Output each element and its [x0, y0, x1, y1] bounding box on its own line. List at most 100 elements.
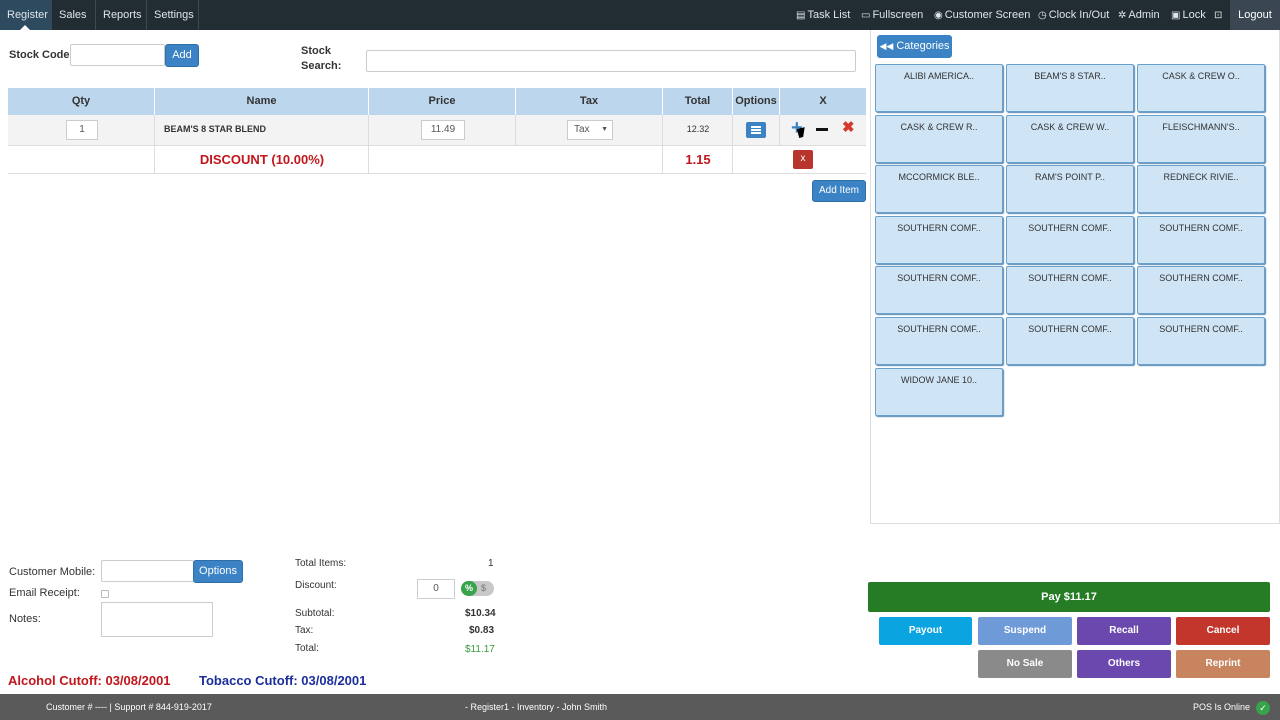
- table-row: 1 BEAM'S 8 STAR BLEND 11.49 Tax ▼ 12.32 …: [8, 115, 866, 146]
- tab-sales[interactable]: Sales: [52, 0, 96, 30]
- notes-textarea[interactable]: [101, 602, 213, 637]
- payout-button[interactable]: Payout: [879, 617, 972, 645]
- product-tile[interactable]: SOUTHERN COMF..: [1137, 215, 1265, 264]
- tab-reports[interactable]: Reports: [96, 0, 147, 30]
- product-tile[interactable]: SOUTHERN COMF..: [1137, 317, 1265, 365]
- stock-code-label: Stock Code:: [9, 49, 74, 61]
- lock-link[interactable]: ▣ Lock: [1171, 0, 1206, 30]
- discount-amount-cell: 1.15: [663, 146, 733, 173]
- price-cell: 11.49: [369, 115, 516, 145]
- clock-link[interactable]: ◷ Clock In/Out: [1038, 0, 1109, 30]
- stock-search-input[interactable]: [366, 50, 856, 72]
- customer-screen-link[interactable]: ◉ Customer Screen: [934, 0, 1030, 30]
- suspend-button[interactable]: Suspend: [978, 617, 1072, 645]
- product-tile[interactable]: CASK & CREW O..: [1137, 64, 1265, 112]
- email-receipt-checkbox[interactable]: [101, 590, 109, 598]
- footer-register: - Register1 - Inventory - John Smith: [465, 702, 608, 712]
- logout-button[interactable]: Logout: [1230, 0, 1280, 30]
- pay-button[interactable]: Pay $11.17: [868, 582, 1270, 612]
- subtotal-value: $10.34: [465, 608, 496, 619]
- discount-row: DISCOUNT (10.00%) 1.15 x: [8, 146, 866, 174]
- product-tile[interactable]: SOUTHERN COMF..: [1006, 266, 1134, 315]
- categories-button[interactable]: ◀◀ Categories: [877, 35, 952, 58]
- product-tile[interactable]: MCCORMICK BLE..: [875, 165, 1003, 214]
- product-tile[interactable]: SOUTHERN COMF..: [1006, 317, 1134, 365]
- top-nav: Register Sales Reports Settings ▤ Task Li…: [0, 0, 1280, 30]
- customer-screen-label: Customer Screen: [944, 9, 1031, 21]
- product-tile[interactable]: SOUTHERN COMF..: [875, 317, 1003, 365]
- discount-total-label: Discount:: [295, 580, 337, 591]
- clock-icon: ◷: [1038, 10, 1047, 21]
- tab-settings[interactable]: Settings: [147, 0, 199, 30]
- price-input[interactable]: 11.49: [421, 120, 465, 140]
- admin-link[interactable]: ✲ Admin: [1118, 0, 1160, 30]
- col-name: Name: [155, 88, 369, 115]
- email-receipt-label: Email Receipt:: [9, 587, 80, 599]
- task-list-label: Task List: [807, 9, 851, 21]
- discount-remove-cell: x: [733, 146, 866, 173]
- col-price: Price: [369, 88, 516, 115]
- item-options-button[interactable]: [746, 122, 766, 138]
- customer-mobile-input[interactable]: [101, 560, 194, 582]
- others-button[interactable]: Others: [1077, 650, 1171, 678]
- sign-out-icon[interactable]: ⊡: [1214, 0, 1224, 30]
- minus-icon[interactable]: [816, 128, 828, 131]
- sign-out-glyph-icon: ⊡: [1214, 10, 1223, 21]
- col-qty: Qty: [8, 88, 155, 115]
- footer-online: POS Is Online: [1193, 702, 1251, 712]
- tax-cell: Tax ▼: [516, 115, 663, 145]
- options-cell: [733, 115, 780, 145]
- product-tile[interactable]: CASK & CREW R..: [875, 114, 1003, 163]
- alcohol-cutoff: Alcohol Cutoff: 03/08/2001: [8, 673, 171, 688]
- col-total: Total: [663, 88, 733, 115]
- product-tile[interactable]: REDNECK RIVIE..: [1137, 165, 1265, 214]
- col-tax: Tax: [516, 88, 663, 115]
- product-tile[interactable]: FLEISCHMANN'S..: [1137, 114, 1265, 163]
- product-tile[interactable]: ALIBI AMERICA..: [875, 64, 1003, 112]
- customer-options-button[interactable]: Options: [193, 560, 243, 583]
- list-icon: [751, 126, 761, 128]
- reprint-button[interactable]: Reprint: [1176, 650, 1270, 678]
- row-actions-cell: + ✖: [780, 115, 866, 145]
- list-icon-line: [751, 132, 761, 134]
- remove-discount-button[interactable]: x: [793, 150, 813, 169]
- product-tile[interactable]: CASK & CREW W..: [1006, 114, 1134, 163]
- add-item-button[interactable]: Add Item: [812, 180, 866, 202]
- qty-input[interactable]: 1: [66, 120, 98, 140]
- tax-select[interactable]: Tax ▼: [567, 120, 613, 140]
- tab-register-label: Register: [7, 9, 48, 21]
- product-tile[interactable]: SOUTHERN COMF..: [1006, 215, 1134, 264]
- cancel-button[interactable]: Cancel: [1176, 617, 1270, 645]
- product-tile[interactable]: WIDOW JANE 10..: [875, 367, 1003, 416]
- stock-add-button[interactable]: Add: [165, 44, 199, 67]
- stock-code-input[interactable]: [70, 44, 165, 66]
- tax-label: Tax:: [295, 625, 314, 636]
- clock-label: Clock In/Out: [1048, 9, 1110, 21]
- discount-type-toggle[interactable]: % $: [461, 581, 494, 596]
- dollar-toggle[interactable]: $: [481, 581, 486, 596]
- fullscreen-link[interactable]: ▭ Fullscreen: [861, 0, 923, 30]
- recall-button[interactable]: Recall: [1077, 617, 1171, 645]
- product-tile[interactable]: RAM'S POINT P..: [1006, 165, 1134, 214]
- remove-item-icon[interactable]: ✖: [842, 120, 855, 136]
- status-footer: Customer # ---- | Support # 844-919-2017…: [0, 694, 1280, 720]
- tax-value: $0.83: [469, 625, 495, 636]
- total-items-value: 1: [488, 558, 494, 569]
- percent-toggle[interactable]: %: [461, 581, 477, 596]
- task-list-link[interactable]: ▤ Task List: [796, 0, 850, 30]
- no-sale-button[interactable]: No Sale: [978, 650, 1072, 678]
- tab-register[interactable]: Register: [0, 0, 52, 30]
- active-tab-caret: [20, 25, 30, 30]
- footer-support: Customer # ---- | Support # 844-919-2017: [46, 702, 212, 712]
- stock-search-label-1: Stock: [301, 45, 331, 57]
- total-value: $11.17: [465, 644, 495, 655]
- table-header: Qty Name Price Tax Total Options X: [8, 88, 866, 115]
- admin-label: Admin: [1128, 9, 1160, 21]
- discount-input[interactable]: 0: [417, 579, 455, 599]
- product-tile[interactable]: SOUTHERN COMF..: [875, 266, 1003, 315]
- product-tile[interactable]: BEAM'S 8 STAR..: [1006, 64, 1134, 112]
- stock-search-label-2: Search:: [301, 60, 342, 72]
- product-tile[interactable]: SOUTHERN COMF..: [875, 215, 1003, 264]
- product-tile[interactable]: SOUTHERN COMF..: [1137, 266, 1265, 315]
- discount-empty-cell: [8, 146, 155, 173]
